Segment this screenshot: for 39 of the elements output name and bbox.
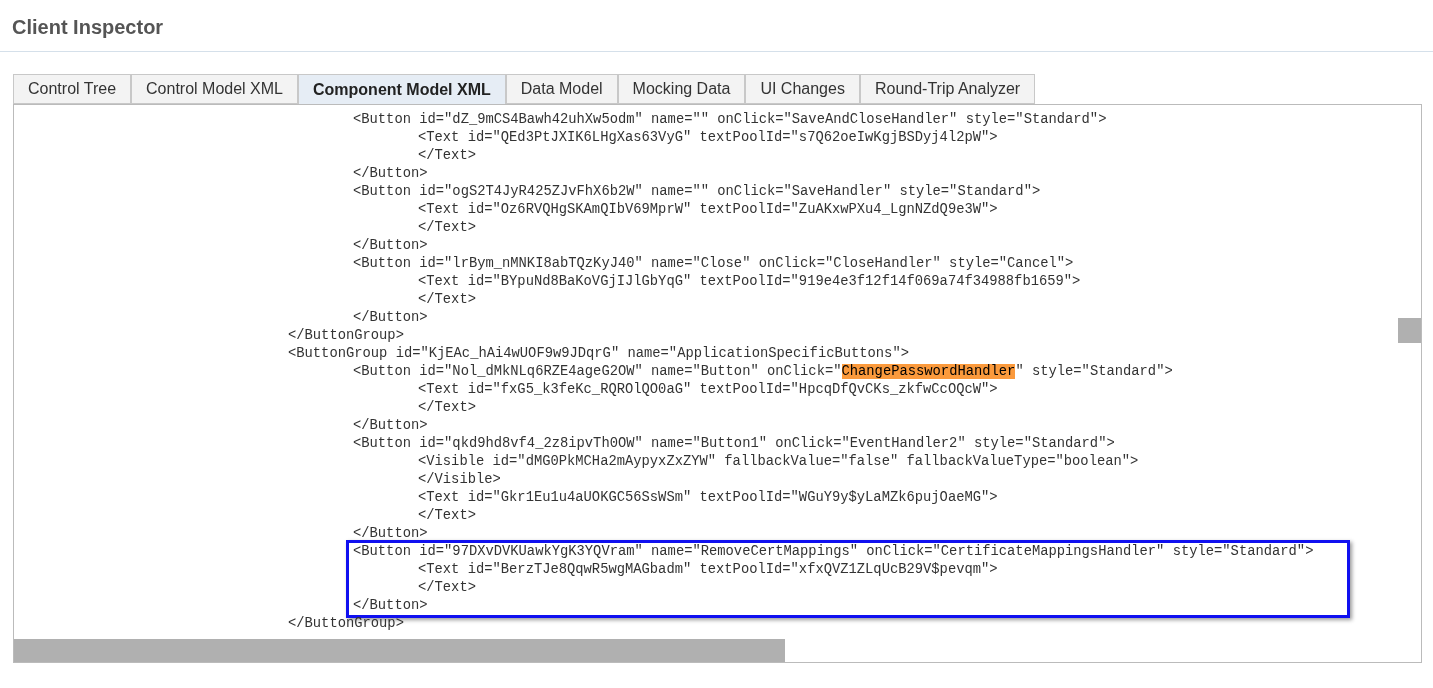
code-line: </ButtonGroup> bbox=[288, 615, 404, 633]
tab[interactable]: UI Changes bbox=[745, 74, 860, 104]
code-line: <Text id="Gkr1Eu1u4aUOKGC56SsWSm" textPoolId="WGuY9y$yLaMZk6pujOaeMG"> bbox=[418, 489, 998, 507]
tab[interactable]: Control Model XML bbox=[131, 74, 298, 104]
scrollbar-thumb[interactable] bbox=[1398, 318, 1421, 343]
tab[interactable]: Round-Trip Analyzer bbox=[859, 74, 1036, 104]
code-line: <Visible id="dMG0PkMCHa2mAypyxZxZYW" fallbackValue="false" fallbackValueType="boolean"> bbox=[418, 453, 1139, 471]
code-line: <Text id="BYpuNd8BaKoVGjIJlGbYqG" textPoolId="919e4e3f12f14f069a74f34988fb1659"> bbox=[418, 273, 1081, 291]
code-line: <Button id="qkd9hd8vf4_2z8ipvTh0OW" name="Button1" onClick="EventHandler2" style="Standard"> bbox=[353, 435, 1115, 453]
tab[interactable]: Data Model bbox=[505, 74, 618, 104]
scrollbar-thumb[interactable] bbox=[14, 639, 785, 662]
tab[interactable]: Mocking Data bbox=[617, 74, 746, 104]
code-line: </Visible> bbox=[418, 471, 501, 489]
code-line: </Text> bbox=[418, 579, 476, 597]
page-title: Client Inspector bbox=[12, 15, 165, 40]
code-line: <Text id="BerzTJe8QqwR5wgMAGbadm" textPoolId="xfxQVZ1ZLqUcB29V$pevqm"> bbox=[418, 561, 998, 579]
code-line: <Button id="Nol_dMkNLq6RZE4ageG2OW" name="Button" onClick="ChangePasswordHandler" style="Standard"> bbox=[353, 363, 1173, 381]
code-line: <Button id="dZ_9mCS4Bawh42uhXw5odm" name="" onClick="SaveAndCloseHandler" style="Standard"> bbox=[353, 111, 1107, 129]
code-line: </Text> bbox=[418, 219, 476, 237]
code-line: </Button> bbox=[353, 237, 428, 255]
code-line: <Button id="ogS2T4JyR425ZJvFhX6b2W" name="" onClick="SaveHandler" style="Standard"> bbox=[353, 183, 1041, 201]
code-line: <Button id="97DXvDVKUawkYgK3YQVram" name="RemoveCertMappings" onClick="CertificateMappingsHandler" style="Standard"> bbox=[353, 543, 1314, 561]
code-line: </Button> bbox=[353, 417, 428, 435]
code-line: <Button id="lrBym_nMNKI8abTQzKyJ40" name="Close" onClick="CloseHandler" style="Cancel"> bbox=[353, 255, 1074, 273]
code-line: </Text> bbox=[418, 399, 476, 417]
tab[interactable]: Component Model XML bbox=[298, 74, 506, 104]
code-line: </Button> bbox=[353, 597, 428, 615]
code-line: </ButtonGroup> bbox=[288, 327, 404, 345]
tab[interactable]: Control Tree bbox=[13, 74, 132, 104]
code-line: </Text> bbox=[418, 507, 476, 525]
code-line: </Text> bbox=[418, 291, 476, 309]
code-line: <Text id="Oz6RVQHgSKAmQIbV69MprW" textPoolId="ZuAKxwPXu4_LgnNZdQ9e3W"> bbox=[418, 201, 998, 219]
code-line: <Text id="QEd3PtJXIK6LHgXas63VyG" textPoolId="s7Q62oeIwKgjBSDyj4l2pW"> bbox=[418, 129, 998, 147]
code-line: </Button> bbox=[353, 525, 428, 543]
code-line: </Button> bbox=[353, 309, 428, 327]
code-line: <ButtonGroup id="KjEAc_hAi4wUOF9w9JDqrG" name="ApplicationSpecificButtons"> bbox=[288, 345, 909, 363]
code-line: <Text id="fxG5_k3feKc_RQROlQO0aG" textPoolId="HpcqDfQvCKs_zkfwCcOQcW"> bbox=[418, 381, 998, 399]
code-line: </Text> bbox=[418, 147, 476, 165]
code-line: </Button> bbox=[353, 165, 428, 183]
